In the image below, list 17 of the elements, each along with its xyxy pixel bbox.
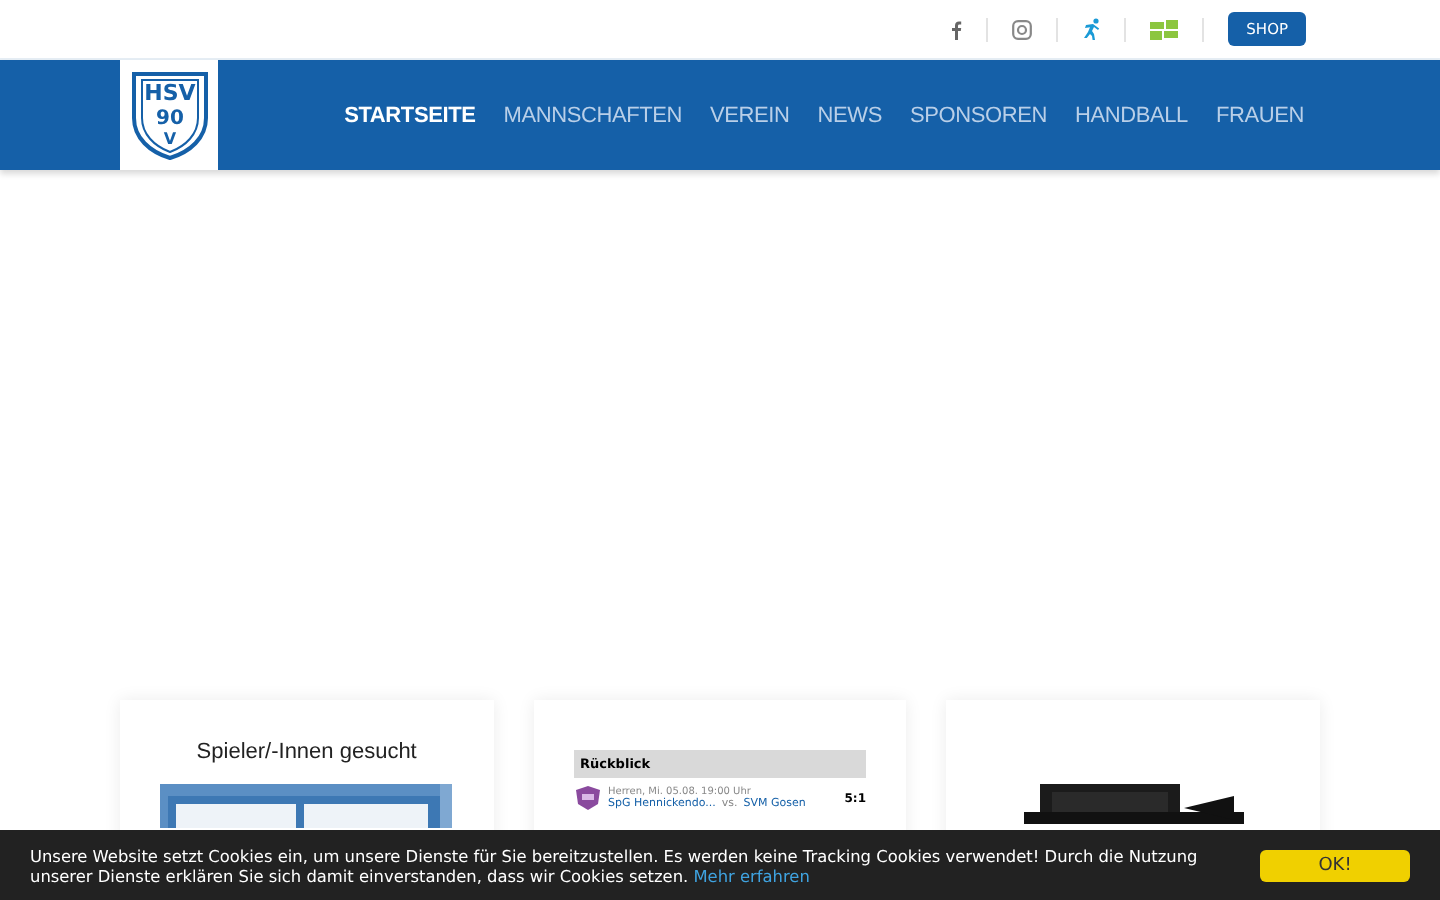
nav-link[interactable]: HANDBALL (1074, 103, 1188, 127)
card-title: Spieler/-Innen gesucht (196, 740, 417, 764)
accept-button[interactable]: OK! (1260, 849, 1410, 881)
nav-link[interactable]: SPONSOREN (909, 103, 1047, 127)
nav-link[interactable]: NEWS (817, 103, 882, 127)
nav-link[interactable]: MANNSCHAFTEN (503, 103, 683, 127)
more-info-link[interactable]: Mehr erfahren (693, 865, 810, 885)
nav-link[interactable]: VEREIN (710, 103, 790, 127)
tiles-icon[interactable] (1150, 19, 1179, 39)
nav-link[interactable]: FRAUEN (1215, 103, 1304, 127)
instagram-icon[interactable] (1012, 19, 1033, 39)
cookie-notice: Unsere Website setzt Cookies ein, um unsere Dienste für Sie bereitzustellen. Es werden keine Tracking Cookies verwendet! Durch die Nutzung unserer Dienste erklären Sie sich damit einverstanden, dass wir Cookies setzen. Mehr erfahren (30, 845, 1200, 885)
team-crest-icon (574, 784, 602, 812)
runner-icon[interactable] (1082, 18, 1101, 40)
club-logo[interactable]: HSV 90 V (120, 60, 218, 170)
nav-link[interactable]: STARTSEITE (344, 103, 476, 127)
facebook-icon[interactable] (950, 19, 963, 39)
